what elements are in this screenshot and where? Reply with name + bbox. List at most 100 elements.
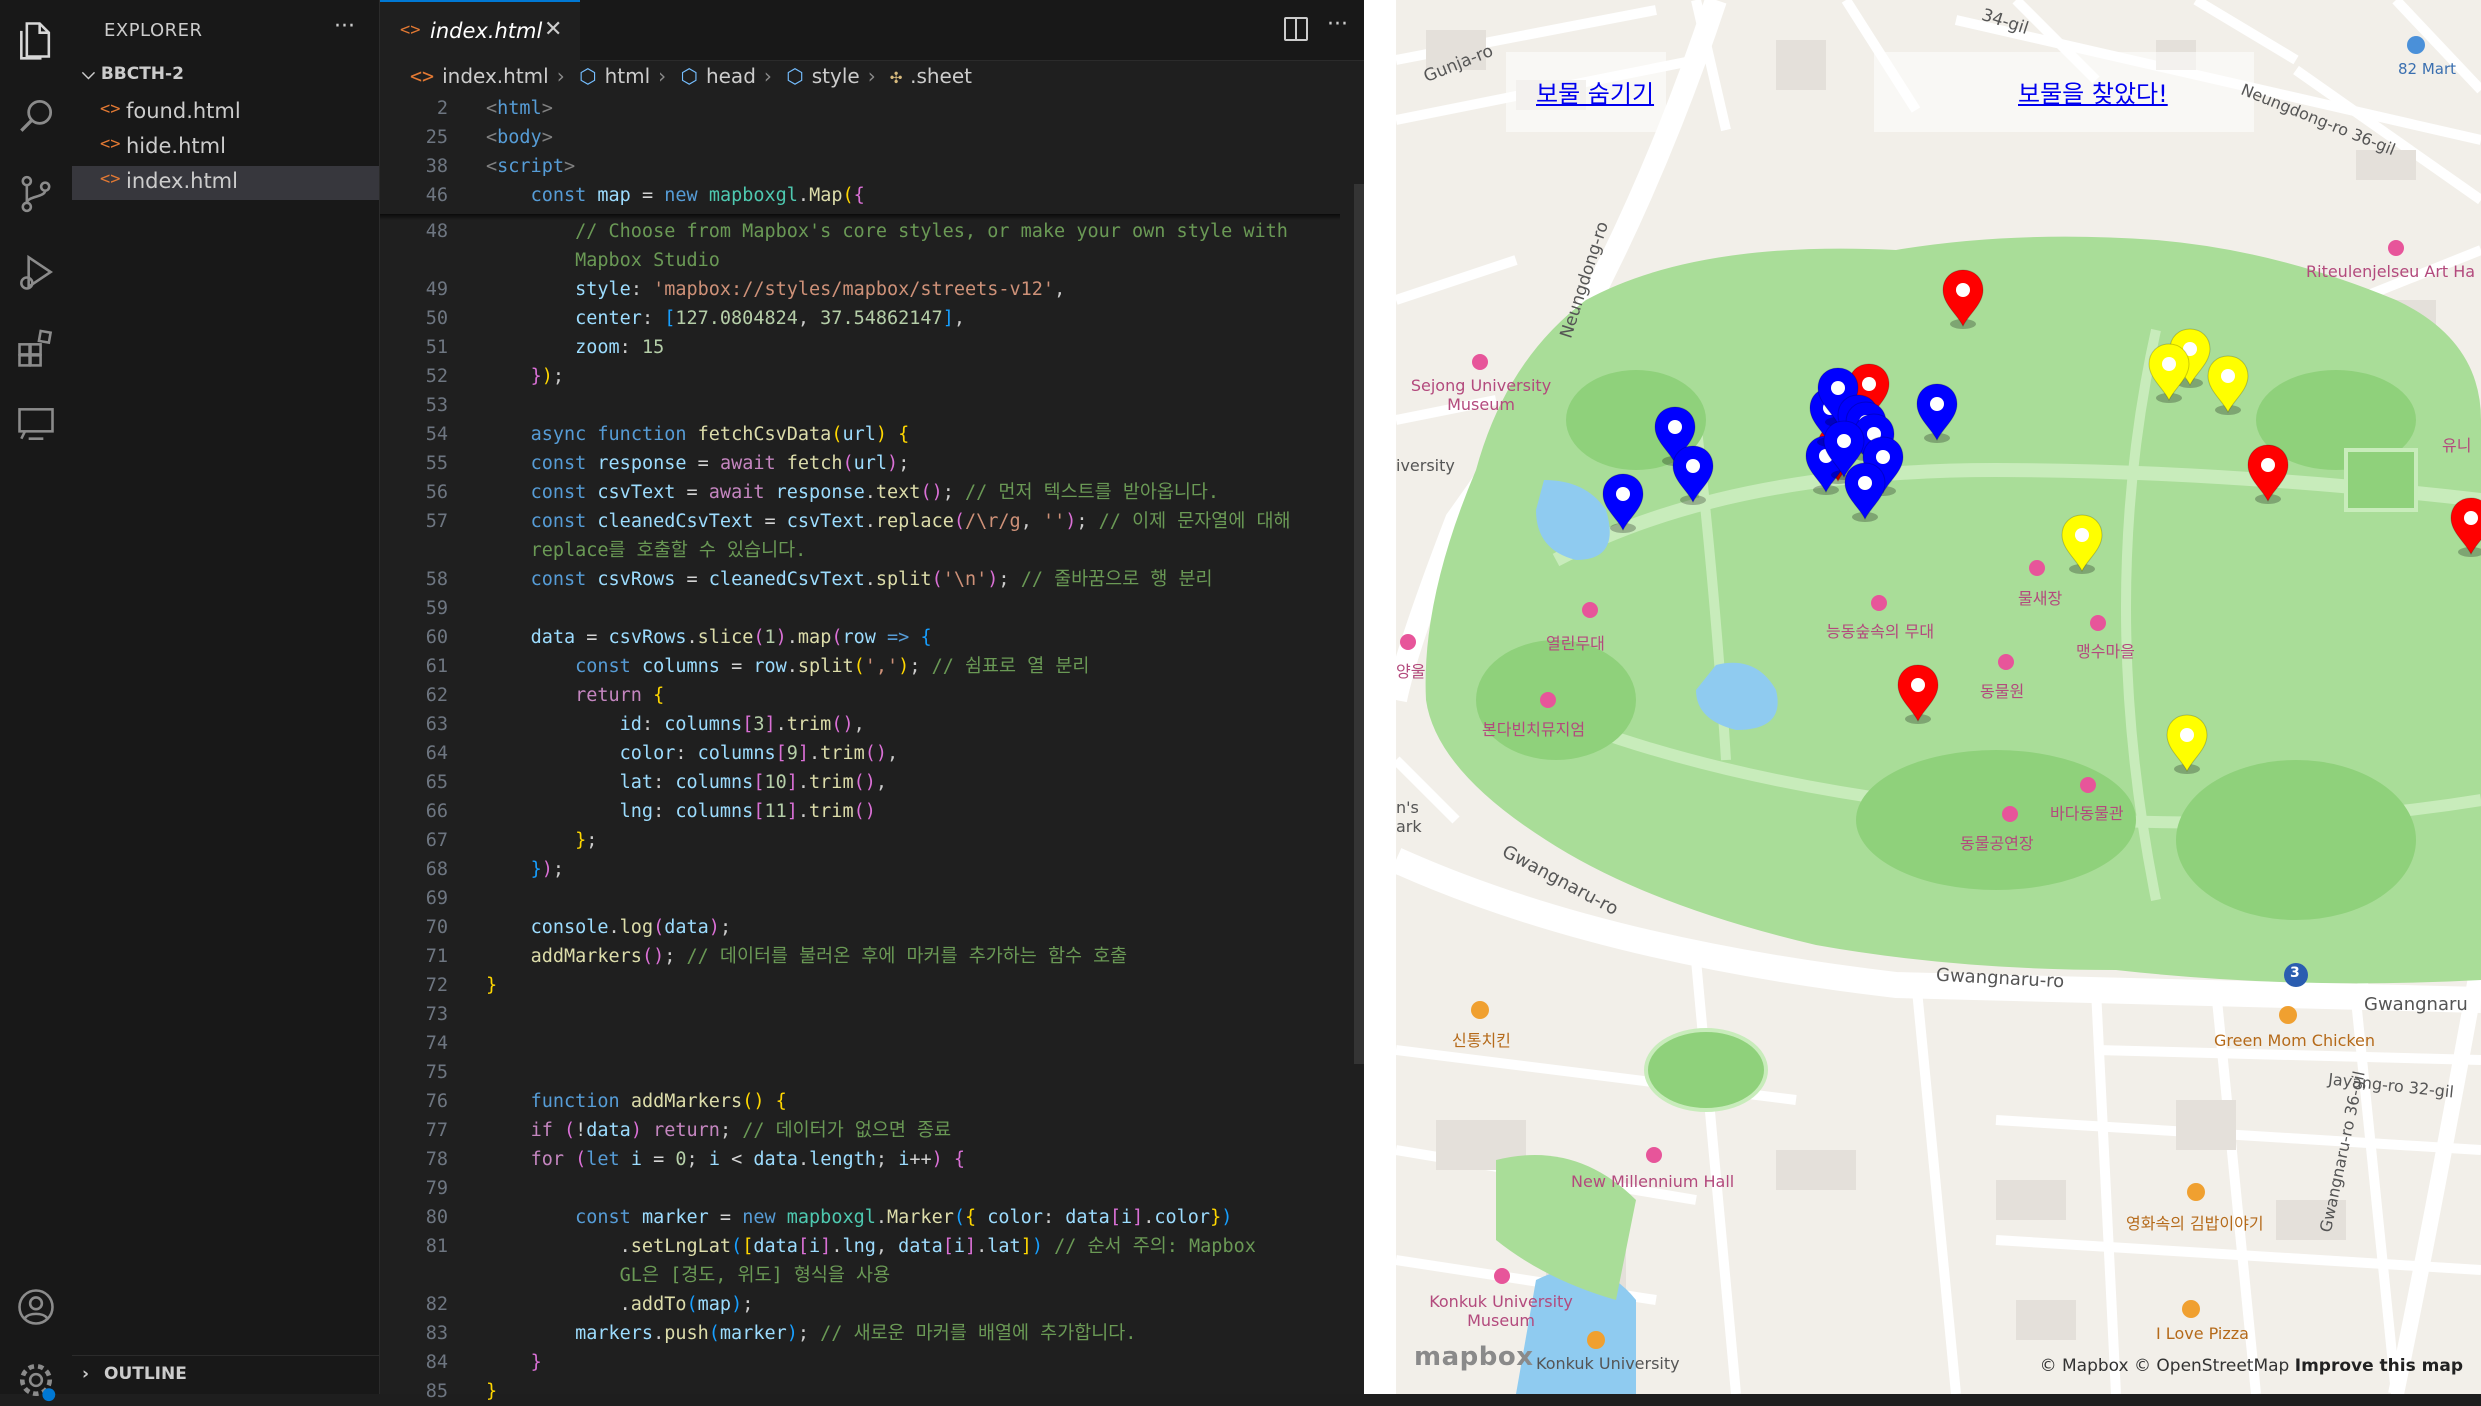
code-line: if (!data) return; // 데이터가 없으면 종료 xyxy=(530,1120,952,1141)
code-line: markers.push(marker); // 새로운 마커를 배열에 추가합… xyxy=(575,1323,1137,1344)
code-line: const csvText = await response.text(); /… xyxy=(530,482,1220,503)
line-number: 80 xyxy=(425,1207,448,1228)
html-file-icon: <> xyxy=(100,99,121,119)
code-line: style: 'mapbox://styles/mapbox/streets-v… xyxy=(575,279,1066,300)
code-lines: <html> <body> <script> const map = new m… xyxy=(380,98,1364,1402)
line-number: 85 xyxy=(425,1381,448,1402)
code-line: id: columns[3].trim(), xyxy=(619,714,865,735)
line-number: 68 xyxy=(425,859,448,880)
line-number: 52 xyxy=(425,366,448,387)
code-line: } xyxy=(530,1352,542,1373)
map-label: iversity xyxy=(1396,456,1455,475)
code-line: addMarkers(); // 데이터를 불러온 후에 마커를 추가하는 함수… xyxy=(530,946,1128,967)
code-line: <body> xyxy=(486,127,553,148)
map-attribution: © Mapbox © OpenStreetMap Improve this ma… xyxy=(2039,1356,2463,1376)
code-line: data = csvRows.slice(1).map(row => { xyxy=(530,627,932,648)
route-number: 3 xyxy=(2290,965,2300,981)
code-line: async function fetchCsvData(url) { xyxy=(530,424,910,445)
map-label: n's ark xyxy=(1396,798,1422,836)
code-line: const marker = new mapboxgl.Marker({ col… xyxy=(575,1207,1233,1228)
line-number: 60 xyxy=(425,627,448,648)
explorer-sidebar: EXPLORER ··· ⌵ BBCTH-2 <> found.html <> … xyxy=(72,0,380,1394)
line-number: 74 xyxy=(425,1033,448,1054)
line-number: 51 xyxy=(425,337,448,358)
code-line: function addMarkers() { xyxy=(530,1091,787,1112)
source-control-icon[interactable] xyxy=(14,172,58,216)
hide-treasure-button[interactable]: 보물 숨기기 xyxy=(1536,74,1654,109)
code-line: } xyxy=(486,1381,498,1402)
breadcrumb-item[interactable]: html xyxy=(605,64,651,88)
breadcrumb: <> index.html › ⬡ html › ⬡ head › ⬡ style › ✣ .sh… xyxy=(410,64,972,88)
line-number: 77 xyxy=(425,1120,448,1141)
html-file-icon: <> xyxy=(400,20,421,40)
line-number: 63 xyxy=(425,714,448,735)
code-area[interactable]: 2 25 38 46 48 49 50 51 52 53 54 55 56 57 58 59 60 61 62 63 6… xyxy=(380,94,1364,1402)
breadcrumb-item[interactable]: style xyxy=(812,64,860,88)
code-line: const response = await fetch(url); xyxy=(530,453,910,474)
breadcrumb-item[interactable]: index.html xyxy=(442,64,549,88)
code-line: console.log(data); xyxy=(530,917,732,938)
remote-explorer-icon[interactable] xyxy=(14,402,58,446)
account-icon[interactable] xyxy=(14,1285,58,1329)
outline-section[interactable]: › OUTLINE xyxy=(72,1355,379,1395)
line-number: 58 xyxy=(425,569,448,590)
found-treasure-button[interactable]: 보물을 찾았다! xyxy=(2018,74,2168,109)
line-number: 54 xyxy=(425,424,448,445)
line-number: 64 xyxy=(425,743,448,764)
editor-scrollbar[interactable] xyxy=(1354,184,1364,1064)
line-number xyxy=(380,536,448,565)
tab-bar: <> index.html ✕ ··· xyxy=(380,0,1364,62)
line-number: 76 xyxy=(425,1091,448,1112)
explorer-icon[interactable] xyxy=(14,18,58,62)
improve-map-link[interactable]: Improve this map xyxy=(2295,1356,2463,1376)
line-number: 59 xyxy=(425,598,448,619)
search-icon[interactable] xyxy=(14,94,58,138)
code-line: zoom: 15 xyxy=(575,337,665,358)
map-label: Riteulenjelseu Art Ha xyxy=(2306,262,2476,281)
mart-marker xyxy=(2407,36,2425,54)
explorer-more-button[interactable]: ··· xyxy=(334,14,355,39)
extensions-icon[interactable] xyxy=(14,326,58,370)
line-number: 53 xyxy=(425,395,448,416)
line-number: 48 xyxy=(425,221,448,242)
project-folder[interactable]: ⌵ BBCTH-2 xyxy=(82,64,184,84)
breadcrumb-item[interactable]: head xyxy=(706,64,756,88)
code-line: const csvRows = cleanedCsvText.split('\n… xyxy=(530,569,1213,590)
file-hide-html[interactable]: <> hide.html xyxy=(72,131,379,165)
mapbox-logo[interactable]: mapbox xyxy=(1414,1342,1534,1372)
code-editor: <> index.html ✕ ··· <> index.html › ⬡ html ›… xyxy=(380,0,1364,1402)
line-number: 65 xyxy=(425,772,448,793)
code-line: // Choose from Mapbox's core styles, or … xyxy=(575,221,1288,242)
gear-icon[interactable] xyxy=(14,1358,58,1402)
tab-index-html[interactable]: <> index.html ✕ xyxy=(380,0,580,62)
line-number: 62 xyxy=(425,685,448,706)
line-number: 55 xyxy=(425,453,448,474)
code-line: const cleanedCsvText = csvText.replace(/… xyxy=(530,511,1291,532)
line-number: 81 xyxy=(425,1236,448,1257)
map-label: Gwangnaru xyxy=(2364,994,2468,1015)
map-label: New Millennium Hall xyxy=(1571,1172,1735,1191)
close-icon[interactable]: ✕ xyxy=(544,17,562,42)
map-label: 양울 xyxy=(1396,662,1426,681)
line-number: 2 xyxy=(436,98,448,119)
line-number: 57 xyxy=(425,511,448,532)
map-label: 82 Mart xyxy=(2398,60,2457,78)
map-view[interactable]: 보물 숨기기 보물을 찾았다! Gunja-ro Neungdong-ro 34… xyxy=(1396,0,2481,1394)
window-divider xyxy=(1364,0,1396,1394)
code-line: for (let i = 0; i < data.length; i++) { xyxy=(530,1149,966,1170)
line-number: 38 xyxy=(425,156,448,177)
breadcrumb-item[interactable]: .sheet xyxy=(910,64,972,88)
split-editor-icon[interactable] xyxy=(1284,17,1308,41)
code-line: const columns = row.split(','); // 쉼표로 열… xyxy=(575,656,1090,677)
file-found-html[interactable]: <> found.html xyxy=(72,96,379,130)
map-label: Konkuk University xyxy=(1536,1354,1680,1373)
run-debug-icon[interactable] xyxy=(14,250,58,294)
file-index-html[interactable]: <> index.html xyxy=(72,166,379,200)
selector-icon: ✣ xyxy=(890,64,903,88)
code-line: .setLngLat([data[i].lng, data[i].lat]) /… xyxy=(486,1236,1256,1257)
element-icon: ⬡ xyxy=(786,64,804,88)
line-number: 67 xyxy=(425,830,448,851)
editor-more-button[interactable]: ··· xyxy=(1327,12,1348,37)
line-number: 66 xyxy=(425,801,448,822)
explorer-title: EXPLORER xyxy=(104,20,203,41)
